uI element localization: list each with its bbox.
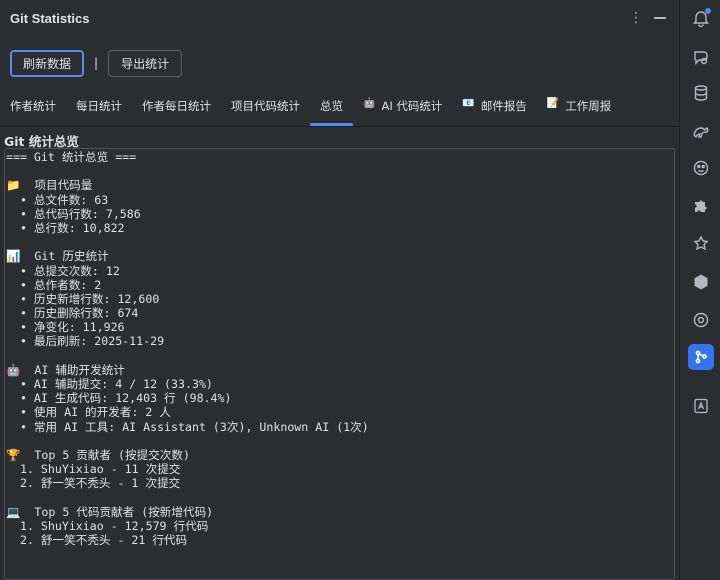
toolbar: 刷新数据 | 导出统计 <box>10 49 183 77</box>
window-title: Git Statistics <box>10 10 90 26</box>
tab-label: 作者每日统计 <box>142 99 211 113</box>
tab-icon: 🤖 <box>363 98 376 109</box>
hexagon-icon[interactable] <box>688 269 714 295</box>
tab-divider <box>0 126 679 127</box>
report-line: 💻 Top 5 代码贡献者 (按新增代码) <box>6 504 214 519</box>
tab-label: 工作周报 <box>565 99 612 113</box>
export-stats-button[interactable]: 导出统计 <box>108 49 183 77</box>
report-line: 2. 舒一笑不秃头 - 21 行代码 <box>6 533 188 548</box>
report-line <box>6 235 674 249</box>
tab-label: 项目代码统计 <box>231 99 300 113</box>
more-options-icon[interactable]: ⋮ <box>628 10 644 26</box>
notification-badge <box>705 8 711 14</box>
report-line: 1. ShuYixiao - 11 次提交 <box>6 462 181 477</box>
tab-7[interactable]: 📝 工作周报 <box>537 92 621 126</box>
tab-label: 总览 <box>320 99 343 113</box>
report-line: • 总文件数: 63 <box>6 192 109 207</box>
report-line: • 历史新增行数: 12,600 <box>6 291 160 306</box>
report-line: 2. 舒一笑不秃头 - 1 次提交 <box>6 476 181 491</box>
tab-label: AI 代码统计 <box>381 99 443 113</box>
report-line: • 总作者数: 2 <box>6 277 102 292</box>
report-line: • 净变化: 11,926 <box>6 320 125 335</box>
tab-1[interactable]: 每日统计 <box>66 92 132 126</box>
gradle-icon[interactable] <box>688 117 714 143</box>
plugin-face-icon[interactable] <box>688 155 714 181</box>
database-icon[interactable] <box>688 80 714 106</box>
report-line: • 历史删除行数: 674 <box>6 306 139 321</box>
report-line: === Git 统计总览 === <box>6 150 137 164</box>
report-line: 📊 Git 历史统计 <box>6 249 109 264</box>
settings-spark-icon[interactable] <box>688 231 714 257</box>
report-line: • AI 生成代码: 12,403 行 (98.4%) <box>6 391 232 406</box>
report-text-area[interactable]: === Git 统计总览 === 📁 项目代码量 • 总文件数: 63 • 总代码… <box>4 148 675 580</box>
report-line <box>6 349 674 363</box>
report-line: 1. ShuYixiao - 12,579 行代码 <box>6 518 209 533</box>
report-line <box>6 491 674 505</box>
ai-chat-icon[interactable] <box>688 44 714 70</box>
refresh-data-button[interactable]: 刷新数据 <box>10 49 85 77</box>
minimize-icon[interactable] <box>654 17 666 19</box>
tool-window: Git Statistics ⋮ 刷新数据 | 导出统计 作者统计 每日统计 作者每… <box>0 0 679 580</box>
report-line: • 使用 AI 的开发者: 2 人 <box>6 405 171 420</box>
report-line: • AI 辅助提交: 4 / 12 (33.3%) <box>6 377 213 391</box>
tab-label: 每日统计 <box>76 99 122 113</box>
report-line: • 总代码行数: 7,586 <box>6 206 141 221</box>
tab-bar: 作者统计 每日统计 作者每日统计 项目代码统计 总览 🤖 AI 代码统计 📧 邮件报告 📝 工作周报 <box>0 92 679 126</box>
right-tool-sidebar <box>679 0 720 580</box>
title-bar: Git Statistics <box>0 0 679 36</box>
tab-3[interactable]: 项目代码统计 <box>221 92 310 126</box>
tab-5[interactable]: 🤖 AI 代码统计 <box>353 92 452 126</box>
report-line: • 最后刷新: 2025-11-29 <box>6 334 165 349</box>
report-line: • 总提交次数: 12 <box>6 263 120 278</box>
toolbar-separator: | <box>94 56 99 70</box>
notifications-icon[interactable] <box>688 5 714 31</box>
report-line <box>6 434 674 448</box>
puzzle-icon[interactable] <box>688 193 714 219</box>
tab-label: 邮件报告 <box>480 99 527 113</box>
report-line: • 常用 AI 工具: AI Assistant (3次), Unknown A… <box>6 419 369 434</box>
tab-0[interactable]: 作者统计 <box>0 92 66 126</box>
report-line <box>6 164 674 178</box>
tab-4[interactable]: 总览 <box>310 92 353 126</box>
report-line: • 总行数: 10,822 <box>6 220 125 235</box>
report-line: 🏆 Top 5 贡献者 (按提交次数) <box>6 447 190 462</box>
translate-icon[interactable] <box>688 393 714 419</box>
tab-icon: 📝 <box>546 98 560 109</box>
tab-6[interactable]: 📧 邮件报告 <box>452 92 536 126</box>
target-icon[interactable] <box>688 307 714 333</box>
git-statistics-icon[interactable] <box>688 344 714 370</box>
tab-label: 作者统计 <box>10 99 56 113</box>
report-line: 📁 项目代码量 <box>6 178 93 193</box>
tab-icon: 📧 <box>462 98 475 109</box>
tab-2[interactable]: 作者每日统计 <box>132 92 221 126</box>
report-line: 🤖 AI 辅助开发统计 <box>6 362 125 377</box>
